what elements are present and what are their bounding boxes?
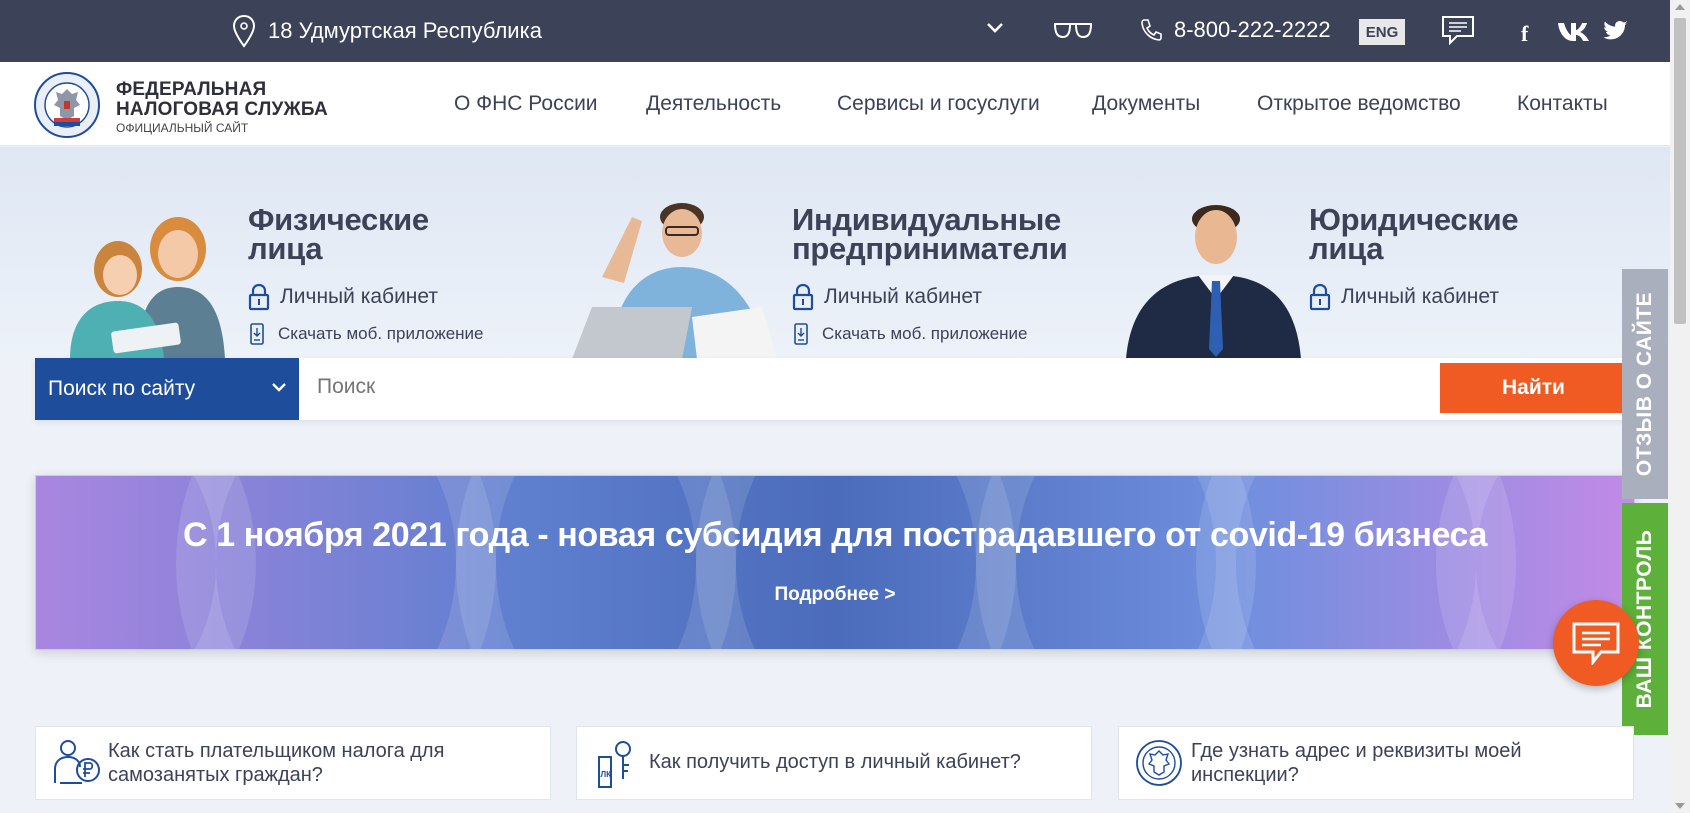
individuals-illustration xyxy=(70,217,225,358)
banner-background-pattern xyxy=(36,476,1516,649)
brand-line2: НАЛОГОВАЯ СЛУЖБА xyxy=(116,99,328,120)
chat-bubble-icon xyxy=(1572,622,1620,665)
card-entrepreneurs-title[interactable]: Индивидуальные предприниматели xyxy=(792,202,1068,266)
info-card-lk-access-text: Как получить доступ в личный кабинет? xyxy=(649,750,1021,774)
card-individuals-lk-label: Личный кабинет xyxy=(280,285,438,308)
scroll-up-arrow[interactable] xyxy=(1675,4,1685,10)
keys-icon: ЛК xyxy=(598,741,631,788)
card-legal-title-line1: Юридические xyxy=(1309,202,1519,237)
card-individuals-title-line2: лица xyxy=(248,231,323,266)
scrollbar-thumb[interactable] xyxy=(1674,18,1686,324)
region-label: 18 Удмуртская Республика xyxy=(268,18,542,43)
entrepreneurs-illustration xyxy=(572,203,777,358)
facebook-icon[interactable]: f xyxy=(1521,21,1528,47)
card-entrepreneurs-lk-link[interactable]: Личный кабинет xyxy=(792,283,982,311)
phone-link[interactable]: 8-800-222-2222 xyxy=(1140,17,1331,43)
card-legal-title-line2: лица xyxy=(1309,231,1384,266)
search-input[interactable] xyxy=(317,375,1317,399)
location-pin-icon xyxy=(232,14,256,48)
card-individuals-app-link[interactable]: Скачать моб. приложение xyxy=(250,323,484,345)
card-entrepreneurs-title-line1: Индивидуальные xyxy=(792,202,1061,237)
region-selector[interactable]: 18 Удмуртская Республика xyxy=(232,14,542,48)
chat-icon[interactable] xyxy=(1441,15,1475,45)
info-card-inspection-address-text: Где узнать адрес и реквизиты моей инспек… xyxy=(1191,739,1522,787)
phone-icon xyxy=(1141,19,1162,41)
search-button[interactable]: Найти xyxy=(1440,363,1627,413)
banner-title: С 1 ноября 2021 года - новая субсидия дл… xyxy=(183,516,1487,554)
mobile-download-icon xyxy=(250,323,264,345)
card-legal-title[interactable]: Юридические лица xyxy=(1309,202,1519,266)
card-legal-lk-label: Личный кабинет xyxy=(1341,285,1499,308)
legal-entities-illustration xyxy=(1126,205,1301,358)
chevron-down-icon[interactable] xyxy=(986,22,1004,34)
svg-text:ЛК: ЛК xyxy=(601,770,612,779)
card-individuals-title[interactable]: Физические лица xyxy=(248,202,429,266)
top-bar: 18 Удмуртская Республика 8-800-222-2222 … xyxy=(0,0,1670,62)
card-entrepreneurs-app-link[interactable]: Скачать моб. приложение xyxy=(794,323,1028,345)
self-employed-icon xyxy=(54,740,100,784)
info-card-self-employed-line1: Как стать плательщиком налога для xyxy=(108,740,445,762)
card-entrepreneurs-title-line2: предприниматели xyxy=(792,231,1068,266)
chat-button[interactable] xyxy=(1553,600,1639,686)
card-individuals-lk-link[interactable]: Личный кабинет xyxy=(248,283,438,311)
nav-item-open-agency[interactable]: Открытое ведомство xyxy=(1257,92,1461,116)
glasses-icon[interactable] xyxy=(1052,20,1094,40)
card-legal-lk-link[interactable]: Личный кабинет xyxy=(1309,283,1499,311)
lock-icon xyxy=(1309,283,1331,311)
search-scope-label: Поиск по сайту xyxy=(48,377,196,400)
info-card-inspection-address-line1: Где узнать адрес и реквизиты моей xyxy=(1191,740,1522,762)
info-card-lk-access[interactable]: ЛК Как получить доступ в личный кабинет? xyxy=(576,726,1092,800)
card-individuals-app-label: Скачать моб. приложение xyxy=(278,324,484,343)
nav-item-services[interactable]: Сервисы и госуслуги xyxy=(837,92,1040,116)
brand-name[interactable]: ФЕДЕРАЛЬНАЯ НАЛОГОВАЯ СЛУЖБА ОФИЦИАЛЬНЫЙ… xyxy=(116,80,328,136)
brand-line1: ФЕДЕРАЛЬНАЯ xyxy=(116,79,267,100)
page-scrollbar[interactable] xyxy=(1670,0,1690,813)
card-entrepreneurs-lk-label: Личный кабинет xyxy=(824,285,982,308)
nav-item-documents[interactable]: Документы xyxy=(1092,92,1200,116)
your-control-label: ВАШ КОНТРОЛЬ xyxy=(1633,529,1656,709)
vk-icon[interactable] xyxy=(1557,20,1591,42)
twitter-icon[interactable] xyxy=(1603,20,1629,42)
info-card-lk-access-line1: Как получить доступ в личный кабинет? xyxy=(649,751,1021,773)
chevron-down-icon xyxy=(272,383,286,392)
phone-number: 8-800-222-2222 xyxy=(1174,17,1331,42)
lock-icon xyxy=(792,283,814,311)
brand-subtitle: ОФИЦИАЛЬНЫЙ САЙТ xyxy=(116,121,249,135)
info-card-inspection-address[interactable]: Где узнать адрес и реквизиты моей инспек… xyxy=(1118,726,1634,800)
fns-emblem-icon xyxy=(1136,740,1182,786)
info-card-self-employed-text: Как стать плательщиком налога для самоза… xyxy=(108,739,444,787)
site-review-tab[interactable]: ОТЗЫВ О САЙТЕ xyxy=(1622,269,1668,499)
card-entrepreneurs-app-label: Скачать моб. приложение xyxy=(822,324,1028,343)
mobile-download-icon xyxy=(794,323,808,345)
hero-section: Физические лица Личный кабинет Скачать м… xyxy=(0,147,1670,358)
info-card-self-employed[interactable]: Как стать плательщиком налога для самоза… xyxy=(35,726,551,800)
info-card-inspection-address-line2: инспекции? xyxy=(1191,764,1299,786)
site-review-label: ОТЗЫВ О САЙТЕ xyxy=(1633,291,1656,477)
language-switch[interactable]: ENG xyxy=(1359,19,1405,45)
nav-item-activity[interactable]: Деятельность xyxy=(646,92,781,116)
scroll-down-arrow[interactable] xyxy=(1675,803,1685,809)
nav-item-about[interactable]: О ФНС России xyxy=(454,92,598,116)
site-header: ФЕДЕРАЛЬНАЯ НАЛОГОВАЯ СЛУЖБА ОФИЦИАЛЬНЫЙ… xyxy=(0,62,1670,146)
info-card-self-employed-line2: самозанятых граждан? xyxy=(108,764,323,786)
search-scope-select[interactable]: Поиск по сайту xyxy=(35,358,299,420)
site-search: Поиск по сайту Найти xyxy=(35,358,1628,420)
banner-more-link[interactable]: Подробнее > xyxy=(36,584,1634,606)
nav-item-contacts[interactable]: Контакты xyxy=(1517,92,1608,116)
card-individuals-title-line1: Физические xyxy=(248,202,429,237)
promo-banner[interactable]: С 1 ноября 2021 года - новая субсидия дл… xyxy=(35,475,1635,650)
fns-logo[interactable] xyxy=(34,72,100,138)
lock-icon xyxy=(248,283,270,311)
